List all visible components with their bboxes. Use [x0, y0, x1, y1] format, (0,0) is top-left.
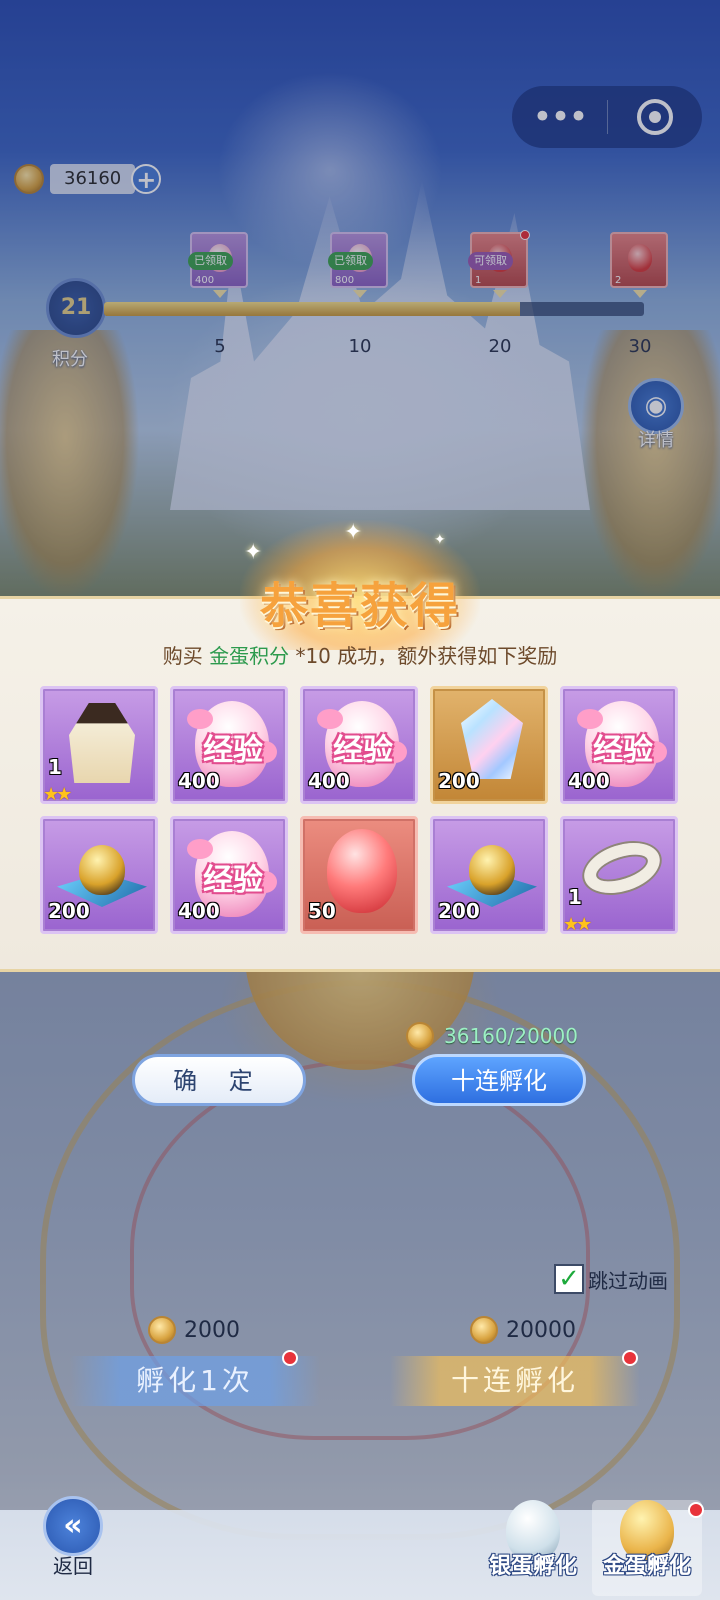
tab-silver-egg-hatch[interactable]: 银蛋孵化 — [478, 1500, 588, 1596]
reward-item-exp-egg[interactable]: 经验 400 — [560, 686, 678, 804]
reward-item-exp-egg[interactable]: 经验 400 — [300, 686, 418, 804]
dialog-title: 恭喜获得 — [259, 578, 460, 634]
item-qty: 200 — [438, 769, 480, 793]
item-qty: 400 — [178, 899, 220, 923]
cape-icon — [69, 703, 135, 783]
reward-item-crystal[interactable]: 200 — [430, 686, 548, 804]
gold-egg-coin-icon — [148, 1316, 176, 1344]
gold-egg-shape — [469, 845, 515, 895]
crystal-icon — [461, 699, 523, 779]
ring-icon — [577, 834, 667, 902]
skip-animation-label: 跳过动画 — [588, 1268, 668, 1293]
back-arrow-icon: « — [43, 1496, 103, 1556]
sparkle-icon: ✦ — [344, 520, 363, 545]
hatch-once-button[interactable]: 孵化1次 — [70, 1356, 320, 1406]
gold-egg-coin-icon — [470, 1316, 498, 1344]
subtitle-suffix: *10 成功，额外获得如下奖励 — [289, 644, 558, 668]
back-label: 返回 — [53, 1554, 93, 1578]
tab-gold-egg-hatch[interactable]: 金蛋孵化 — [592, 1500, 702, 1596]
gold-egg-icon — [57, 845, 147, 907]
reward-item-red-egg[interactable]: 50 — [300, 816, 418, 934]
sparkle-icon: ✦ — [434, 532, 446, 548]
exp-text: 经验 — [333, 733, 393, 768]
subtitle-prefix: 购买 — [162, 644, 210, 668]
notification-dot — [282, 1350, 298, 1366]
item-qty: 200 — [48, 899, 90, 923]
notification-dot — [688, 1502, 704, 1518]
exp-text: 经验 — [593, 733, 653, 768]
star-rating: ★★ — [43, 784, 72, 804]
skip-animation-toggle[interactable]: ✓ 跳过动画 — [554, 1264, 668, 1294]
reward-item-ring[interactable]: 1 ★★ — [560, 816, 678, 934]
cost-line: 36160/20000 — [406, 1022, 578, 1050]
confirm-button[interactable]: 确 定 — [132, 1054, 306, 1106]
cost-ratio: 36160/20000 — [444, 1024, 578, 1048]
exp-text: 经验 — [203, 733, 263, 768]
item-qty: 400 — [308, 769, 350, 793]
ten-cost-value: 20000 — [506, 1317, 576, 1343]
single-cost-value: 2000 — [184, 1317, 240, 1343]
star-rating: ★★ — [563, 914, 592, 934]
reward-item-cape[interactable]: 1 ★★ — [40, 686, 158, 804]
dialog-subtitle: 购买 金蛋积分 *10 成功，额外获得如下奖励 — [0, 640, 720, 669]
reward-item-gold-egg[interactable]: 200 — [430, 816, 548, 934]
reward-item-exp-egg[interactable]: 经验 400 — [170, 686, 288, 804]
item-qty: 400 — [568, 769, 610, 793]
sparkle-icon: ✦ — [244, 540, 263, 565]
tab-label: 金蛋孵化 — [602, 1554, 691, 1579]
gold-egg-coin-icon — [406, 1022, 434, 1050]
item-qty: 1 — [568, 885, 582, 909]
subtitle-highlight: 金蛋积分 — [209, 644, 290, 668]
item-qty: 50 — [308, 899, 336, 923]
tab-label: 银蛋孵化 — [488, 1554, 577, 1579]
back-button[interactable]: « 返回 — [38, 1496, 108, 1586]
checkbox-checked-icon: ✓ — [554, 1264, 584, 1294]
red-egg-icon — [327, 829, 397, 913]
ten-hatch-cost: 20000 — [470, 1316, 576, 1344]
gold-egg-icon — [447, 845, 537, 907]
item-qty: 400 — [178, 769, 220, 793]
single-hatch-cost: 2000 — [148, 1316, 240, 1344]
reward-item-gold-egg[interactable]: 200 — [40, 816, 158, 934]
gold-egg-shape — [79, 845, 125, 895]
reward-grid: 1 ★★ 经验 400 经验 400 200 经验 400 200 经验 400… — [40, 686, 680, 934]
reward-item-exp-egg[interactable]: 经验 400 — [170, 816, 288, 934]
exp-text: 经验 — [203, 863, 263, 898]
item-qty: 200 — [438, 899, 480, 923]
notification-dot — [622, 1350, 638, 1366]
ten-hatch-button[interactable]: 十连孵化 — [412, 1054, 586, 1106]
item-qty: 1 — [48, 755, 62, 779]
hatch-ten-button[interactable]: 十连孵化 — [390, 1356, 640, 1406]
